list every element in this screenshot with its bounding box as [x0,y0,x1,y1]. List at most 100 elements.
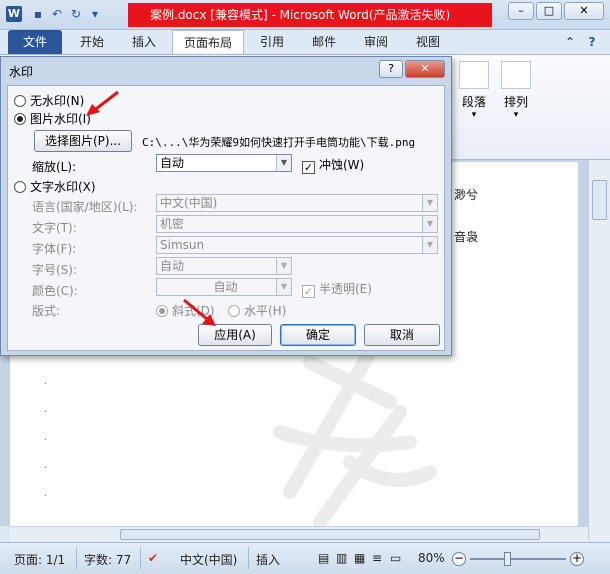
vertical-scrollbar[interactable] [588,160,610,540]
vertical-scroll-thumb[interactable] [592,180,607,220]
text-dropdown[interactable]: 机密 ▼ [156,215,438,233]
arrange-group-label: 排列 [503,95,528,109]
customize-qat-icon[interactable]: ▾ [87,6,103,22]
picture-path: C:\...\华为荣耀9如何快速打开手电筒功能\下载.png [142,136,416,149]
horizontal-label: 水平(H) [244,304,287,318]
chevron-down-icon: ▼ [422,237,437,253]
ok-button[interactable]: 确定 [280,324,356,346]
horizontal-scroll-thumb[interactable] [120,529,540,540]
dialog-help-button[interactable]: ? [379,60,403,78]
proofing-icon[interactable]: ✔ [148,551,158,565]
font-label: 字体(F): [32,242,77,256]
tab-home[interactable]: 开始 [70,30,114,54]
select-picture-button[interactable]: 选择图片(P)... [34,130,132,152]
font-dropdown[interactable]: Simsun ▼ [156,236,438,254]
dialog-body: 无水印(N) 图片水印(I) 选择图片(P)... C:\...\华为荣耀9如何… [7,85,445,351]
tab-mailings[interactable]: 邮件 [302,30,346,54]
size-label: 字号(S): [32,263,78,277]
picture-watermark [273,345,437,526]
horizontal-option[interactable]: 水平(H) [228,302,286,319]
layout-label: 版式: [32,304,61,318]
text-label: 文字(T): [32,221,77,235]
horizontal-radio[interactable] [228,305,240,317]
status-bar: 页面: 1/1 字数: 77 ✔ 中文(中国) 插入 ▤ ▥ ▦ ≡ ▭ 80%… [0,542,610,574]
washout-label: 冲蚀(W) [319,158,365,172]
washout-option[interactable]: ✓ 冲蚀(W) [302,156,364,174]
save-icon[interactable]: ▪ [30,6,46,22]
language-value: 中文(中国) [160,196,218,210]
dialog-controls: ? ✕ [379,60,445,78]
arrange-group[interactable]: 排列 ▾ [498,61,534,120]
word-count[interactable]: 字数: 77 [84,551,131,568]
size-dropdown[interactable]: 自动 ▼ [156,257,292,275]
text-watermark-radio[interactable] [14,181,26,193]
maximize-button[interactable]: □ [536,2,562,20]
no-watermark-radio[interactable] [14,95,26,107]
collapse-ribbon-icon[interactable]: ⌃ [560,30,580,54]
undo-icon[interactable]: ↶ [49,6,65,22]
document-text: 音袅 [454,230,479,244]
outline-icon[interactable]: ≡ [372,551,382,565]
help-icon[interactable]: ? [582,30,602,54]
arrange-icon [501,61,531,89]
chevron-down-icon: ▼ [276,155,291,171]
scale-dropdown[interactable]: 自动 ▼ [156,154,292,172]
zoom-slider-track[interactable] [470,558,566,560]
size-value: 自动 [160,259,185,273]
language-dropdown[interactable]: 中文(中国) ▼ [156,194,438,212]
tab-references[interactable]: 引用 [250,30,294,54]
picture-watermark-radio[interactable] [14,113,26,125]
ribbon-tabs: 文件 开始 插入 页面布局 引用 邮件 审阅 视图 ⌃ ? [0,30,610,55]
dialog-close-button[interactable]: ✕ [405,60,445,78]
paragraph-group[interactable]: 段落 ▾ [456,61,492,120]
zoom-slider-thumb[interactable] [504,552,511,566]
zoom-in-button[interactable]: + [570,552,584,566]
zoom-level[interactable]: 80% [418,551,445,565]
window-title: 案例.docx [兼容模式] - Microsoft Word(产品激活失败) [128,3,492,27]
zoom-out-button[interactable]: − [452,552,466,566]
scale-label: 缩放(L): [32,160,77,174]
page-count[interactable]: 页面: 1/1 [14,551,65,568]
insert-mode[interactable]: 插入 [256,551,280,568]
close-button[interactable]: ✕ [564,2,604,20]
text-value: 机密 [160,217,185,231]
chevron-down-icon: ▼ [276,279,291,295]
chevron-down-icon: ▼ [422,216,437,232]
draft-icon[interactable]: ▭ [390,551,401,565]
tab-review[interactable]: 审阅 [354,30,398,54]
paragraph-mark: . [44,432,48,443]
paragraph-icon [459,61,489,89]
redo-icon[interactable]: ↻ [68,6,84,22]
color-dropdown[interactable]: 自动 ▼ [156,278,292,296]
no-watermark-option[interactable]: 无水印(N) [14,92,84,109]
print-layout-icon[interactable]: ▤ [318,551,329,565]
tab-view[interactable]: 视图 [406,30,450,54]
web-layout-icon[interactable]: ▦ [354,551,365,565]
semitransparent-checkbox[interactable]: ✓ [302,285,315,298]
language-label: 语言(国家/地区)(L): [32,200,138,214]
color-label: 颜色(C): [32,284,78,298]
word-app-icon[interactable]: W [6,6,22,22]
paragraph-mark: . [44,376,48,387]
washout-checkbox[interactable]: ✓ [302,161,315,174]
full-screen-reading-icon[interactable]: ▥ [336,551,347,565]
text-watermark-option[interactable]: 文字水印(X) [14,178,96,195]
scale-value: 自动 [160,156,185,170]
horizontal-scrollbar[interactable] [10,526,588,542]
window-controls: – □ ✕ [508,2,604,20]
annotation-arrow [183,298,216,326]
separator [140,547,141,569]
diagonal-radio[interactable] [156,305,168,317]
separator [248,547,249,569]
cancel-button[interactable]: 取消 [364,324,440,346]
semitransparent-option[interactable]: ✓ 半透明(E) [302,280,372,298]
language-status[interactable]: 中文(中国) [180,551,237,568]
minimize-button[interactable]: – [508,2,534,20]
picture-watermark-option[interactable]: 图片水印(I) [14,110,91,127]
tab-insert[interactable]: 插入 [122,30,166,54]
tab-file[interactable]: 文件 [8,30,62,54]
no-watermark-label: 无水印(N) [30,94,85,108]
tab-page-layout[interactable]: 页面布局 [172,30,244,55]
annotation-arrow [86,90,119,116]
quick-access-toolbar: ▪ ↶ ↻ ▾ [30,6,103,22]
